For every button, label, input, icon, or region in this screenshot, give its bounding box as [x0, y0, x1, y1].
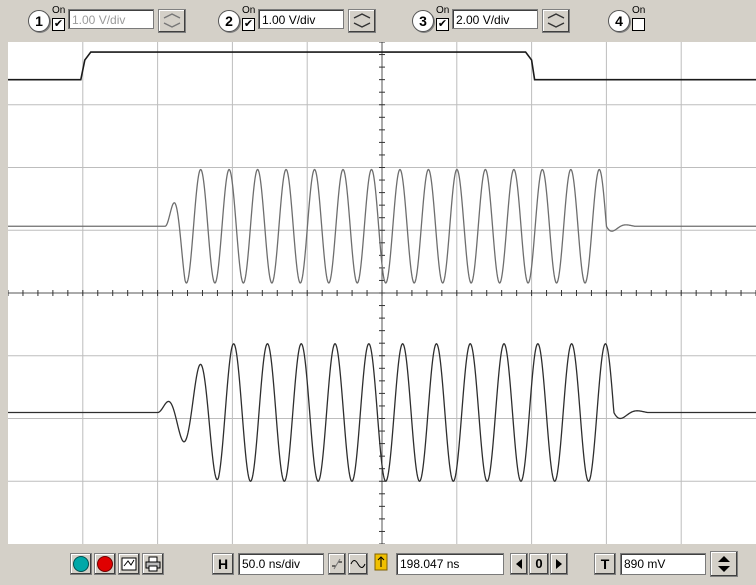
ac-coupling-icon — [350, 560, 366, 568]
waveform-plot[interactable] — [7, 41, 756, 545]
spin-arrows-icon — [547, 13, 565, 28]
trigger-level-field[interactable]: 890 mV — [620, 553, 706, 575]
channel-2-scale-spinner[interactable] — [348, 9, 376, 33]
channel-1-on-checkbox[interactable]: ✔ — [52, 18, 65, 31]
ac-coupling-button[interactable] — [348, 553, 368, 575]
channel-3-number[interactable]: 3 — [412, 10, 434, 32]
trigger-button[interactable]: T — [594, 553, 616, 575]
autoscale-button[interactable] — [118, 553, 140, 575]
channel-2-on-checkbox[interactable]: ✔ — [242, 18, 255, 31]
stop-button[interactable] — [94, 553, 116, 575]
channel-2-number[interactable]: 2 — [218, 10, 240, 32]
arrow-left-icon — [516, 559, 522, 569]
position-right-button[interactable] — [550, 553, 568, 575]
channel-toolbar: 1 On ✔ 1.00 V/div 2 On ✔ 1.00 V/div 3 On… — [0, 0, 756, 42]
channel-1-number[interactable]: 1 — [28, 10, 50, 32]
channel-4-number[interactable]: 4 — [608, 10, 630, 32]
horizontal-toolbar: H 50.0 ns/div 198.047 ns 0 T 890 mV — [0, 544, 756, 585]
run-button[interactable] — [70, 553, 92, 575]
channel-2-group: 2 On ✔ 1.00 V/div — [218, 5, 378, 37]
channel-3-scale-field[interactable]: 2.00 V/div — [452, 9, 538, 29]
channel-3-scale-spinner[interactable] — [542, 9, 570, 33]
print-button[interactable] — [142, 553, 164, 575]
position-reference-button[interactable]: 0 — [529, 553, 549, 575]
trigger-marker-icon — [374, 553, 388, 571]
run-icon — [73, 556, 89, 572]
trigger-level-spinner[interactable] — [710, 551, 738, 577]
channel-1-scale-field[interactable]: 1.00 V/div — [68, 9, 154, 29]
channel-3-on-checkbox[interactable]: ✔ — [436, 18, 449, 31]
channel-4-group: 4 On — [608, 5, 668, 37]
channel-2-scale-field[interactable]: 1.00 V/div — [258, 9, 344, 29]
position-left-button[interactable] — [510, 553, 528, 575]
position-field[interactable]: 198.047 ns — [396, 553, 504, 575]
spin-arrows-icon — [163, 13, 181, 28]
timebase-field[interactable]: 50.0 ns/div — [238, 553, 324, 575]
horizontal-button[interactable]: H — [212, 553, 234, 575]
channel-1-scale-spinner[interactable] — [158, 9, 186, 33]
channel-4-on-checkbox[interactable] — [632, 18, 645, 31]
channel-3-on-label: On — [436, 5, 450, 16]
scope-display[interactable] — [7, 41, 756, 545]
dc-coupling-icon — [332, 558, 342, 570]
channel-3-group: 3 On ✔ 2.00 V/div — [412, 5, 572, 37]
stop-icon — [97, 556, 113, 572]
channel-1-on-label: On — [52, 5, 66, 16]
channel-4-on-label: On — [632, 5, 646, 16]
spin-arrows-icon — [353, 13, 371, 28]
arrow-right-icon — [556, 559, 562, 569]
channel-2-on-label: On — [242, 5, 256, 16]
spin-up-down-icon — [718, 556, 730, 572]
trigger-marker[interactable] — [372, 552, 390, 576]
autoscale-icon — [121, 557, 137, 571]
channel-1-group: 1 On ✔ 1.00 V/div — [28, 5, 188, 37]
dc-coupling-button[interactable] — [328, 553, 346, 575]
print-icon — [145, 556, 161, 572]
